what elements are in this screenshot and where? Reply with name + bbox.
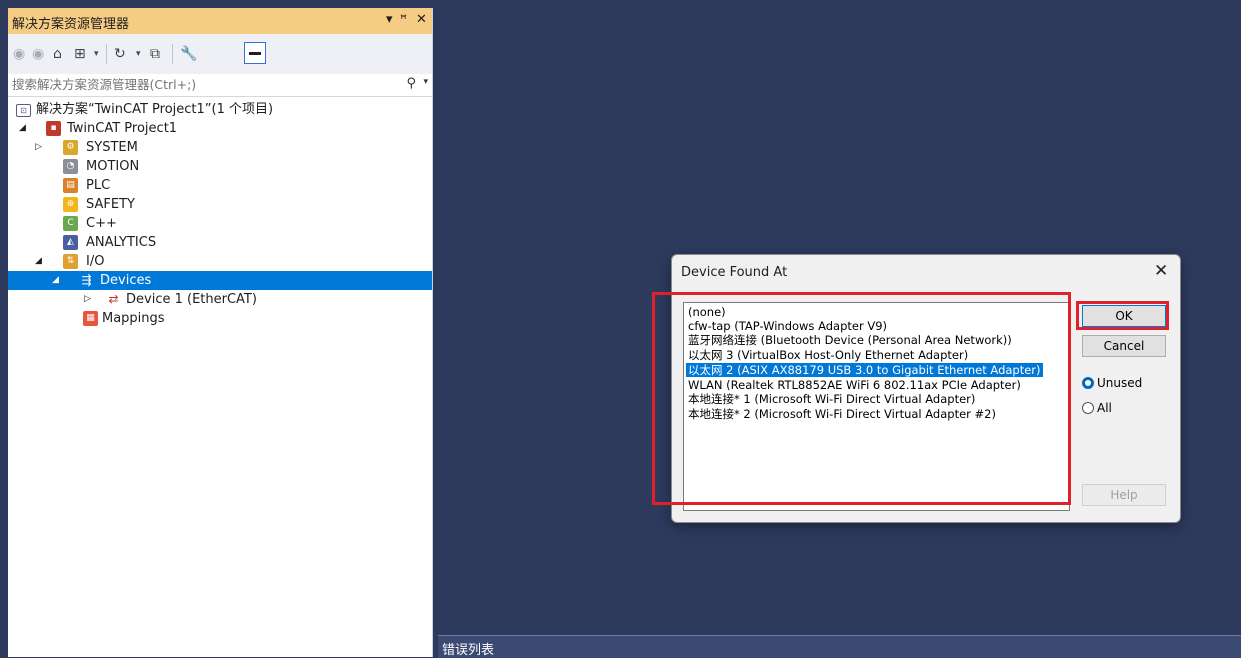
- tree-item-safety[interactable]: ⊕ SAFETY: [8, 195, 432, 214]
- devices-icon: ⇶: [81, 273, 92, 287]
- forward-icon[interactable]: ◉: [32, 46, 44, 62]
- analytics-icon: ◭: [63, 235, 78, 250]
- collapsed-arrow-icon[interactable]: ▷: [35, 138, 42, 157]
- tree-item-solution[interactable]: ⊡ 解决方案“TwinCAT Project1”(1 个项目): [8, 100, 432, 119]
- search-icon[interactable]: ⚲: [406, 76, 416, 91]
- adapter-list-item[interactable]: WLAN (Realtek RTL8852AE WiFi 6 802.11ax …: [686, 378, 1023, 392]
- cpp-icon: C: [63, 216, 78, 231]
- search-input[interactable]: [12, 76, 392, 93]
- system-icon: ⚙: [63, 140, 78, 155]
- safety-icon: ⊕: [63, 197, 78, 212]
- solution-icon: ⊡: [16, 104, 31, 117]
- expanded-arrow-icon[interactable]: ◢: [19, 119, 26, 138]
- dialog-title: Device Found At: [681, 265, 788, 280]
- solution-explorer-titlebar: 解决方案资源管理器 ▾ ꟸ ✕: [8, 8, 432, 34]
- radio-unused[interactable]: Unused: [1082, 375, 1142, 391]
- tree-item-motion[interactable]: ◔ MOTION: [8, 157, 432, 176]
- close-icon[interactable]: ✕: [416, 12, 427, 27]
- collapse-all-icon[interactable]: ⧉: [150, 46, 160, 62]
- tree-item-cpp[interactable]: C C++: [8, 214, 432, 233]
- adapter-list-item[interactable]: 以太网 3 (VirtualBox Host-Only Ethernet Ada…: [686, 348, 970, 362]
- ethercat-device-icon: ⇄: [108, 292, 119, 306]
- tree-item-system[interactable]: ▷ ⚙ SYSTEM: [8, 138, 432, 157]
- solution-explorer-toolbar: ◉ ◉ ⌂ ⊞ ▾ ↻ ▾ ⧉ 🔧: [8, 34, 432, 74]
- help-button[interactable]: Help: [1082, 484, 1166, 506]
- tree-item-device-1[interactable]: ▷ ⇄ Device 1 (EtherCAT): [8, 290, 432, 309]
- radio-unselected-icon: [1082, 401, 1094, 414]
- tree-item-project[interactable]: ◢ ▪ TwinCAT Project1: [8, 119, 432, 138]
- expanded-arrow-icon[interactable]: ◢: [52, 271, 59, 290]
- twincat-project-icon: ▪: [46, 121, 61, 136]
- search-options-dropdown-icon[interactable]: ▾: [423, 77, 428, 87]
- tree-item-io[interactable]: ◢ ⇅ I/O: [8, 252, 432, 271]
- properties-wrench-icon[interactable]: 🔧: [180, 46, 197, 62]
- left-edge: [0, 0, 8, 657]
- tree-item-mappings[interactable]: ▦ Mappings: [8, 309, 432, 328]
- error-list-title: 错误列表: [442, 643, 495, 658]
- home-icon[interactable]: ⌂: [53, 46, 62, 62]
- adapter-list-item[interactable]: cfw-tap (TAP-Windows Adapter V9): [686, 319, 889, 333]
- adapter-list-item[interactable]: (none): [686, 305, 728, 319]
- panel-title: 解决方案资源管理器: [12, 17, 130, 32]
- solution-search-box: ⚲ ▾: [8, 74, 432, 97]
- error-list-tab[interactable]: 错误列表: [438, 635, 1241, 658]
- plc-icon: ▤: [63, 178, 78, 193]
- device-found-dialog: Device Found At ✕ (none) cfw-tap (TAP-Wi…: [671, 254, 1181, 523]
- cancel-button[interactable]: Cancel: [1082, 335, 1166, 357]
- adapter-list-item[interactable]: 蓝牙网络连接 (Bluetooth Device (Personal Area …: [686, 333, 1014, 347]
- radio-all[interactable]: All: [1082, 400, 1112, 416]
- back-icon[interactable]: ◉: [13, 46, 25, 62]
- radio-selected-icon: [1082, 376, 1094, 389]
- adapter-list-item[interactable]: 本地连接* 2 (Microsoft Wi-Fi Direct Virtual …: [686, 407, 998, 421]
- toolbar-separator: [172, 44, 173, 64]
- adapter-listbox[interactable]: (none) cfw-tap (TAP-Windows Adapter V9) …: [683, 302, 1070, 511]
- adapter-list-item-selected[interactable]: 以太网 2 (ASIX AX88179 USB 3.0 to Gigabit E…: [686, 363, 1043, 377]
- toolbar-separator: [106, 44, 107, 64]
- solution-explorer-panel: 解决方案资源管理器 ▾ ꟸ ✕ ◉ ◉ ⌂ ⊞ ▾ ↻ ▾ ⧉ 🔧 ⚲ ▾ ⊡ …: [8, 8, 433, 657]
- tree-item-devices[interactable]: ◢ ⇶ Devices: [8, 271, 432, 290]
- preview-selected-items-icon[interactable]: [244, 42, 266, 64]
- pending-changes-icon[interactable]: ↻: [114, 46, 126, 62]
- adapter-list-item[interactable]: 本地连接* 1 (Microsoft Wi-Fi Direct Virtual …: [686, 392, 977, 406]
- switch-views-icon[interactable]: ⊞: [74, 46, 86, 62]
- dropdown-icon[interactable]: ▾: [386, 12, 393, 27]
- expanded-arrow-icon[interactable]: ◢: [35, 252, 42, 271]
- dialog-close-icon[interactable]: ✕: [1154, 261, 1168, 281]
- motion-icon: ◔: [63, 159, 78, 174]
- tree-item-plc[interactable]: ▤ PLC: [8, 176, 432, 195]
- mappings-icon: ▦: [83, 311, 98, 326]
- collapsed-arrow-icon[interactable]: ▷: [84, 290, 91, 309]
- io-icon: ⇅: [63, 254, 78, 269]
- pin-icon[interactable]: ꟸ: [400, 12, 407, 26]
- switch-views-dropdown-icon[interactable]: ▾: [94, 49, 99, 59]
- tree-item-analytics[interactable]: ◭ ANALYTICS: [8, 233, 432, 252]
- ok-button[interactable]: OK: [1082, 305, 1166, 327]
- pending-changes-dropdown-icon[interactable]: ▾: [136, 49, 141, 59]
